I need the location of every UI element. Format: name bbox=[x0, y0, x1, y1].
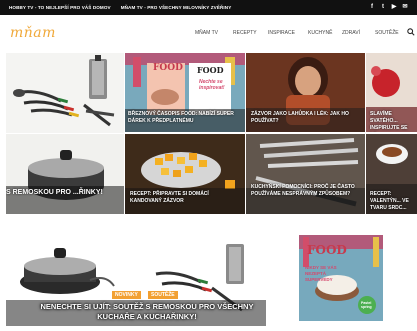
nav-item-recepty[interactable]: RECEPTY bbox=[233, 30, 257, 36]
tile-caption: RECEPT: PŘIPRAVTE SI DOMÁCÍ KANDOVANÝ ZÁ… bbox=[130, 191, 209, 204]
topbar-link-mnam[interactable]: MŇAM TV - PRO VŠECHNY MILOVNÍKY ZVĚŘINY bbox=[121, 5, 232, 10]
nav-item-mnamtv[interactable]: MŇAM TV bbox=[195, 30, 218, 36]
article-tile-valentine[interactable]: SLAVÍME SVATÉHO... INSPIRUJTE SE LA... bbox=[366, 53, 417, 132]
top-bar: HOBBY TV - TO NEJLEPŠÍ PRO VÁŠ DOMOV MŇA… bbox=[0, 0, 417, 15]
main-nav: mňam MŇAM TV RECEPTY INSPIRACE KUCHYNĚ Z… bbox=[0, 15, 417, 50]
article-tile-knives[interactable]: KUCHYŇSKÍ POMOCNÍCI: PROČ JE ČASTO POUŽÍ… bbox=[246, 134, 365, 214]
magazine-cover[interactable]: FOOD NIKDY SE VÁS NEZEPTÁ supervédy Past… bbox=[297, 235, 385, 321]
tile-caption: ZÁZVOR JAKO LAHŮDKA I LÉK: JAK HO POUŽÍV… bbox=[251, 111, 349, 124]
magazine-subtitle: NIKDY SE VÁS NEZEPTÁ supervédy bbox=[305, 265, 337, 282]
knives-image bbox=[246, 134, 365, 214]
site-logo[interactable]: mňam bbox=[10, 25, 56, 41]
article-tile-valentine-recipe[interactable]: RECEPT: VALENTÝN... VE TVARU SRDC... bbox=[366, 134, 417, 214]
magazine-cover-slogan: Nechte se inspirovat! bbox=[199, 79, 225, 91]
tile-caption: KUCHYŇSKÍ POMOCNÍCI: PROČ JE ČASTO POUŽÍ… bbox=[251, 184, 355, 197]
article-tile-ginger[interactable]: ZÁZVOR JAKO LAHŮDKA I LÉK: JAK HO POUŽÍV… bbox=[246, 53, 365, 132]
nav-item-souteze[interactable]: SOUTĚŽE bbox=[375, 30, 399, 36]
article-tile-remoska[interactable]: S REMOSKOU PRO ...ŘINKY! bbox=[6, 134, 124, 214]
tile-caption: SLAVÍME SVATÉHO... INSPIRUJTE SE LA... bbox=[370, 111, 408, 131]
magazine-badge: Pastel spring bbox=[361, 301, 372, 309]
article-tile-magazine[interactable]: FOOD FOOD Nechte se inspirovat! BŘEZNOVÝ… bbox=[125, 53, 245, 132]
magazine-cover-title-right: FOOD bbox=[197, 65, 224, 75]
tile-caption: S REMOSKOU PRO ...ŘINKY! bbox=[6, 189, 103, 196]
magazine-cover-title: FOOD bbox=[153, 63, 183, 73]
tile-caption: BŘEZNOVÝ ČASOPIS FOOD: NABÍZÍ SUPER DÁRE… bbox=[128, 111, 234, 124]
remoska-image bbox=[6, 134, 124, 214]
tag-novinky[interactable]: NOVINKY bbox=[112, 291, 141, 299]
article-tile-candied-ginger[interactable]: RECEPT: PŘIPRAVTE SI DOMÁCÍ KANDOVANÝ ZÁ… bbox=[125, 134, 245, 214]
featured-title[interactable]: NENECHTE SI UJÍT: SOUTĚŽ S REMOSKOU PRO … bbox=[22, 302, 272, 322]
topbar-link-hobby[interactable]: HOBBY TV - TO NEJLEPŠÍ PRO VÁŠ DOMOV bbox=[9, 5, 111, 10]
magazine-title: FOOD bbox=[307, 243, 347, 257]
article-tile-utensils[interactable] bbox=[6, 53, 124, 133]
search-icon[interactable] bbox=[407, 28, 415, 36]
email-icon[interactable]: ✉ bbox=[401, 3, 409, 11]
nav-item-inspirace[interactable]: INSPIRACE bbox=[268, 30, 295, 36]
twitter-icon[interactable]: t bbox=[379, 3, 387, 11]
youtube-icon[interactable]: ▶ bbox=[390, 3, 398, 11]
facebook-icon[interactable]: f bbox=[368, 3, 376, 11]
nav-item-zdravi[interactable]: ZDRAVÍ bbox=[342, 30, 360, 36]
nav-item-kuchyne[interactable]: KUCHYNĚ bbox=[308, 30, 332, 36]
utensils-image bbox=[6, 53, 124, 133]
social-icons: f t ▶ ✉ bbox=[368, 3, 409, 11]
tile-caption: RECEPT: VALENTÝN... VE TVARU SRDC... bbox=[370, 191, 409, 211]
tag-souteze[interactable]: SOUTĚŽE bbox=[148, 291, 178, 299]
